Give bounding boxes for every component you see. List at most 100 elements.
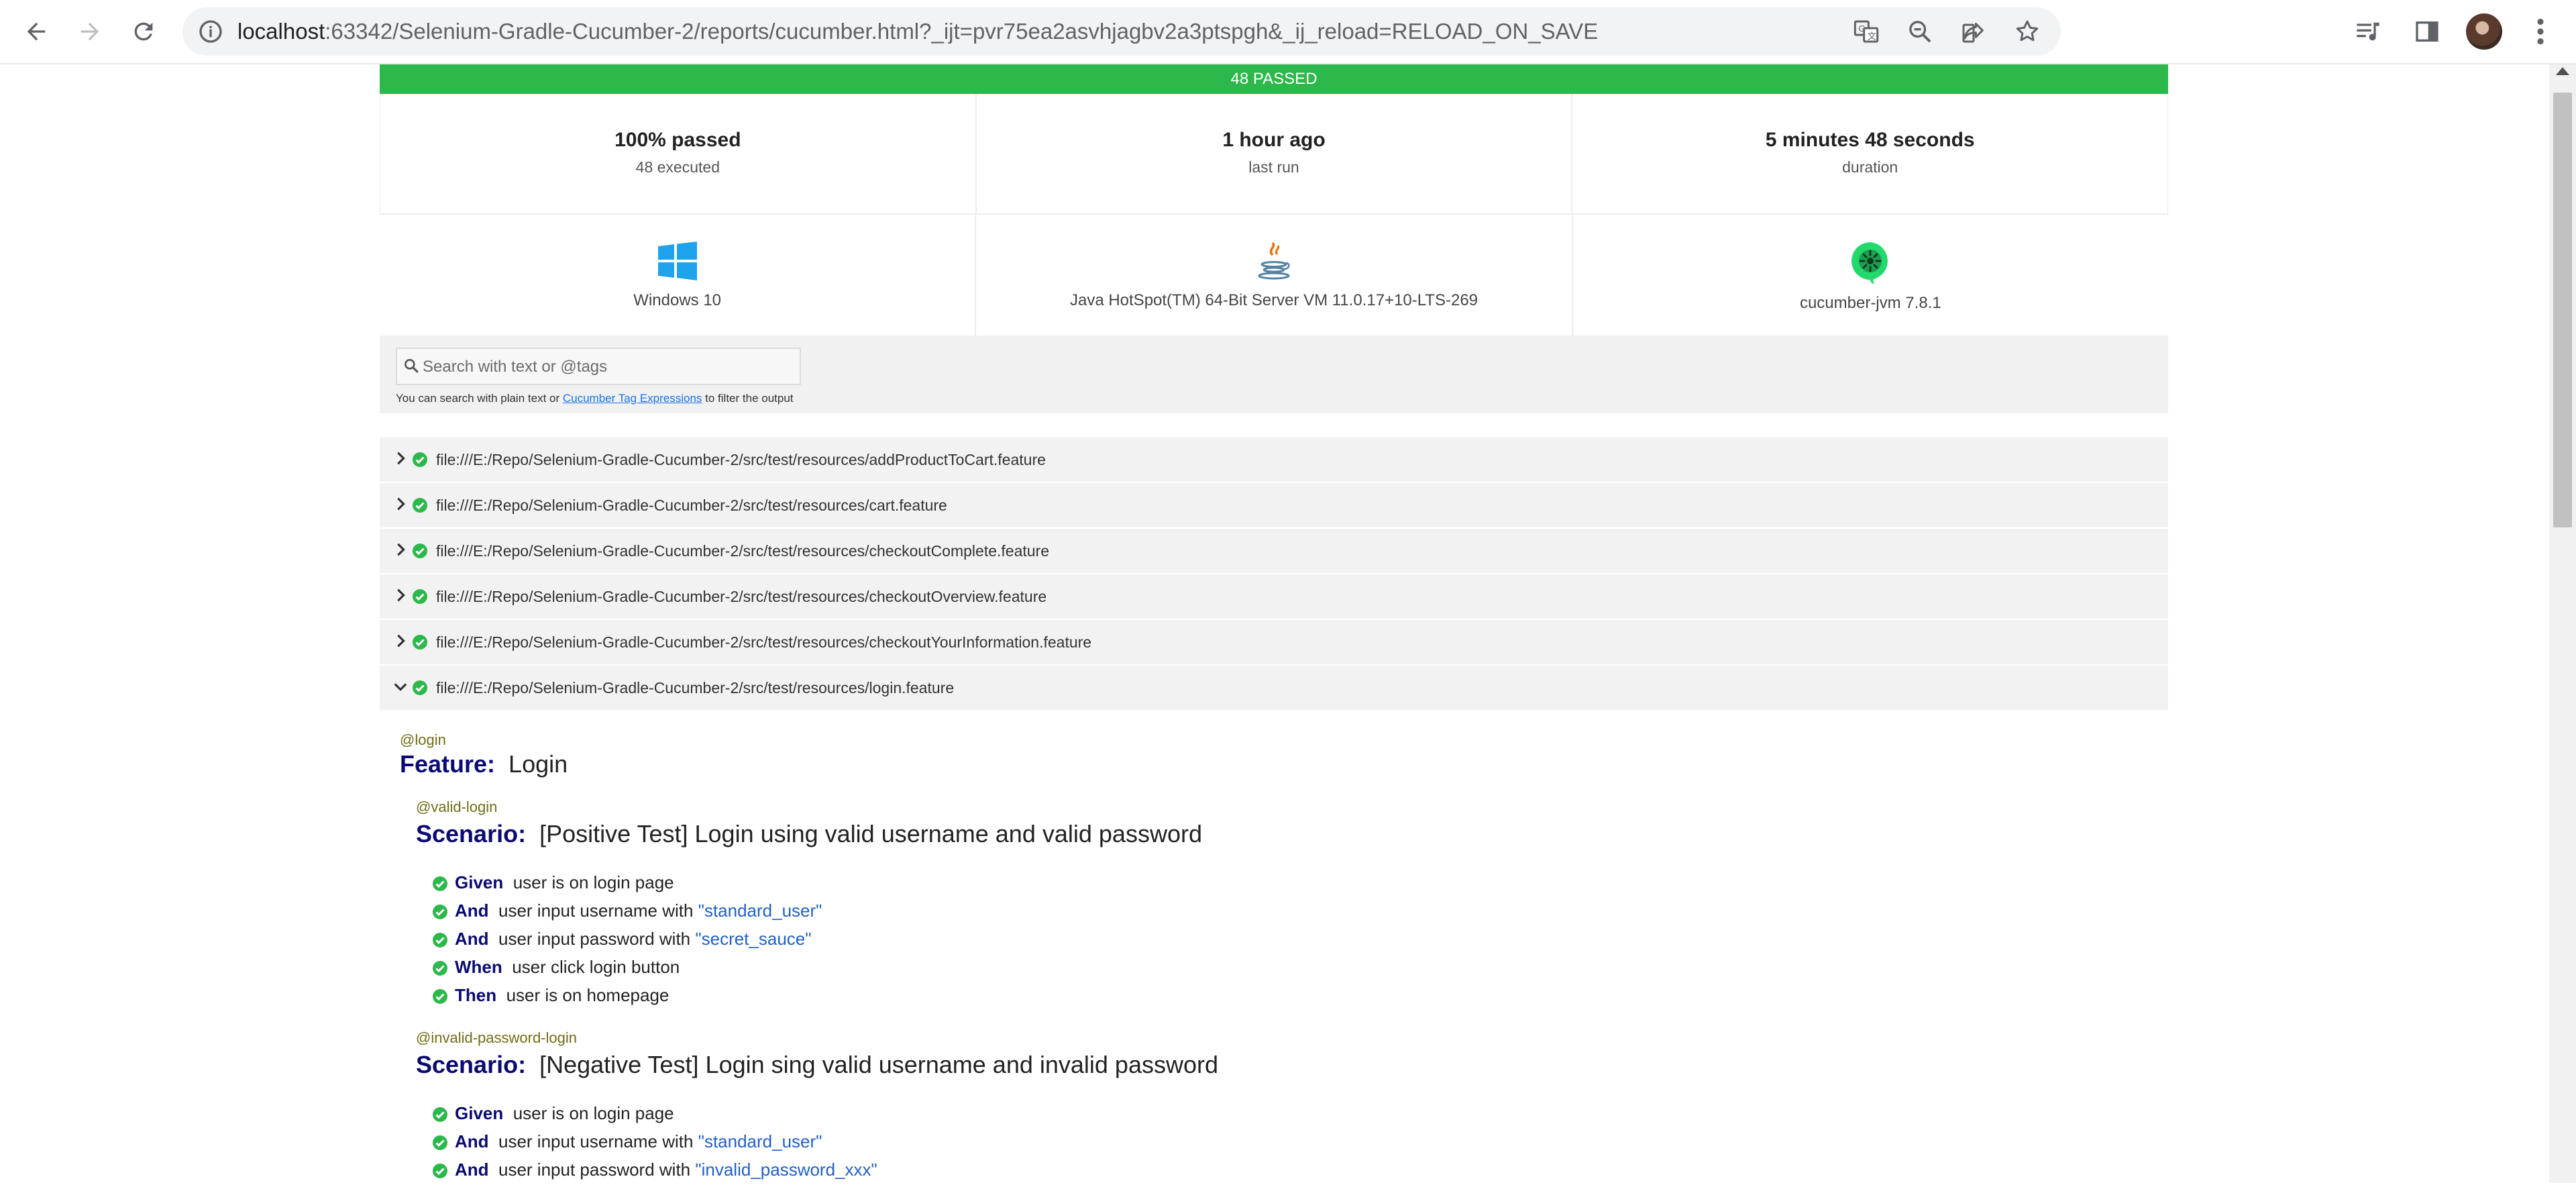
- env-runtime-label: Java HotSpot(TM) 64-Bit Server VM 11.0.1…: [1069, 291, 1479, 309]
- step-keyword: And: [455, 900, 489, 921]
- passed-check-icon: [413, 452, 427, 467]
- media-button[interactable]: [2348, 11, 2388, 52]
- step: Then user is on homepage: [432, 982, 1202, 1011]
- chevron-right-icon[interactable]: [393, 588, 408, 603]
- step-keyword: And: [455, 1160, 489, 1180]
- translate-button[interactable]: G文: [1849, 14, 1884, 49]
- back-arrow-icon: [27, 22, 46, 41]
- feature-keyword: Feature:: [400, 750, 496, 778]
- feature-path: file:///E:/Repo/Selenium-Gradle-Cucumber…: [436, 633, 1092, 651]
- step-keyword: Then: [455, 985, 497, 1005]
- stat-duration: 5 minutes 48 seconds duration: [1572, 94, 2167, 213]
- cucumber-report: 48 PASSED 100% passed 48 executed 1 hour…: [380, 64, 2168, 1181]
- passed-check-icon: [433, 1107, 447, 1122]
- address-bar[interactable]: localhost:63342/Selenium-Gradle-Cucumber…: [182, 7, 2061, 56]
- back-button[interactable]: [16, 11, 56, 52]
- scenario-name: [Negative Test] Login sing valid usernam…: [539, 1051, 1218, 1078]
- env-runtime: Java HotSpot(TM) 64-Bit Server VM 11.0.1…: [976, 215, 1573, 336]
- zoom-button[interactable]: [1902, 14, 1937, 49]
- feature-row[interactable]: file:///E:/Repo/Selenium-Gradle-Cucumber…: [380, 529, 2168, 574]
- stat-passed: 100% passed 48 executed: [380, 94, 977, 213]
- info-icon[interactable]: [197, 18, 224, 45]
- step: Given user is on login page: [432, 1100, 1218, 1129]
- scenario-keyword: Scenario:: [416, 1051, 527, 1078]
- feature-path: file:///E:/Repo/Selenium-Gradle-Cucumber…: [436, 679, 955, 697]
- step-keyword: Given: [455, 1103, 504, 1123]
- profile-avatar[interactable]: [2466, 13, 2502, 50]
- feature-row[interactable]: file:///E:/Repo/Selenium-Gradle-Cucumber…: [380, 437, 2168, 483]
- side-panel-button[interactable]: [2407, 11, 2447, 52]
- chevron-right-icon[interactable]: [393, 633, 408, 648]
- passed-check-icon: [413, 544, 427, 558]
- step: When user click login button: [432, 954, 1202, 982]
- forward-button[interactable]: [70, 11, 110, 52]
- step: And user input username with "standard_u…: [432, 898, 1202, 926]
- scroll-up-arrow[interactable]: [2556, 67, 2569, 75]
- step-text: user input username with: [498, 900, 698, 921]
- share-icon: [1962, 22, 1984, 43]
- forward-arrow-icon: [80, 22, 99, 41]
- browser-toolbar: localhost:63342/Selenium-Gradle-Cucumber…: [0, 0, 2576, 64]
- stat-last-run: 1 hour ago last run: [977, 94, 1573, 213]
- passed-check-icon: [413, 635, 427, 650]
- scenario-keyword: Scenario:: [416, 820, 527, 847]
- more-menu-icon[interactable]: [2530, 15, 2551, 48]
- feature-row[interactable]: file:///E:/Repo/Selenium-Gradle-Cucumber…: [380, 574, 2168, 620]
- passed-check-icon: [433, 905, 447, 919]
- svg-text:文: 文: [1868, 32, 1876, 42]
- env-os-label: Windows 10: [633, 291, 722, 309]
- search-panel: You can search with plain text or Cucumb…: [380, 336, 2168, 413]
- passed-check-icon: [433, 989, 447, 1004]
- scenario-title: Scenario: [Positive Test] Login using va…: [416, 820, 1202, 848]
- chevron-right-icon[interactable]: [393, 542, 408, 557]
- step: And user input username with "standard_u…: [432, 1129, 1218, 1157]
- feature-detail: @login Feature: Login @valid-login Scena…: [380, 711, 2168, 1181]
- stats-row: 100% passed 48 executed 1 hour ago last …: [380, 94, 2168, 213]
- search-input[interactable]: [421, 349, 793, 385]
- share-button[interactable]: [1956, 14, 1991, 49]
- search-box[interactable]: [396, 348, 801, 385]
- bookmark-button[interactable]: [2010, 14, 2045, 49]
- scenario-tag: @valid-login: [416, 798, 498, 815]
- scenario-title: Scenario: [Negative Test] Login sing val…: [416, 1051, 1218, 1079]
- step-text: user click login button: [512, 957, 680, 977]
- reload-button[interactable]: [123, 11, 164, 52]
- side-panel-icon: [2416, 21, 2438, 42]
- passed-check-icon: [413, 498, 427, 513]
- feature-tag: @login: [400, 731, 446, 748]
- svg-text:G: G: [1858, 23, 1865, 34]
- feature-path: file:///E:/Repo/Selenium-Gradle-Cucumber…: [436, 588, 1047, 605]
- feature-title: Feature: Login: [400, 750, 568, 778]
- stat-label: duration: [1842, 158, 1898, 176]
- step-text: user input password with: [498, 929, 696, 949]
- chevron-right-icon[interactable]: [393, 497, 408, 511]
- stat-label: 48 executed: [635, 158, 720, 176]
- feature-path: file:///E:/Repo/Selenium-Gradle-Cucumber…: [436, 497, 947, 514]
- feature-path: file:///E:/Repo/Selenium-Gradle-Cucumber…: [436, 542, 1050, 560]
- env-cucumber: cucumber-jvm 7.8.1: [1573, 215, 2168, 336]
- env-os: Windows 10: [380, 215, 977, 336]
- passed-banner: 48 PASSED: [380, 64, 2168, 94]
- feature-row-expanded[interactable]: file:///E:/Repo/Selenium-Gradle-Cucumber…: [380, 666, 2168, 711]
- java-icon: [1258, 242, 1290, 280]
- search-hint-prefix: You can search with plain text or: [396, 392, 563, 405]
- chevron-down-icon[interactable]: [393, 679, 408, 694]
- feature-row[interactable]: file:///E:/Repo/Selenium-Gradle-Cucumber…: [380, 483, 2168, 529]
- url-text[interactable]: localhost:63342/Selenium-Gradle-Cucumber…: [237, 7, 1598, 56]
- cucumber-icon: [1851, 242, 1888, 284]
- feature-row[interactable]: file:///E:/Repo/Selenium-Gradle-Cucumber…: [380, 620, 2168, 666]
- passed-check-icon: [433, 1164, 447, 1178]
- tag-expressions-link[interactable]: Cucumber Tag Expressions: [563, 392, 702, 405]
- passed-check-icon: [433, 876, 447, 891]
- chevron-right-icon[interactable]: [393, 451, 408, 466]
- scenario-name: [Positive Test] Login using valid userna…: [539, 820, 1202, 847]
- feature-path: file:///E:/Repo/Selenium-Gradle-Cucumber…: [436, 451, 1046, 468]
- step-text: user is on login page: [513, 1103, 674, 1123]
- stat-value: 1 hour ago: [1222, 129, 1326, 151]
- translate-icon: G文: [1854, 20, 1879, 43]
- url-path: :63342/Selenium-Gradle-Cucumber-2/report…: [325, 19, 1599, 44]
- scrollbar-thumb[interactable]: [2553, 93, 2572, 527]
- step: And user input password with "invalid_pa…: [432, 1157, 1218, 1185]
- step: Given user is on login page: [432, 870, 1202, 898]
- step-text: user is on login page: [513, 872, 674, 892]
